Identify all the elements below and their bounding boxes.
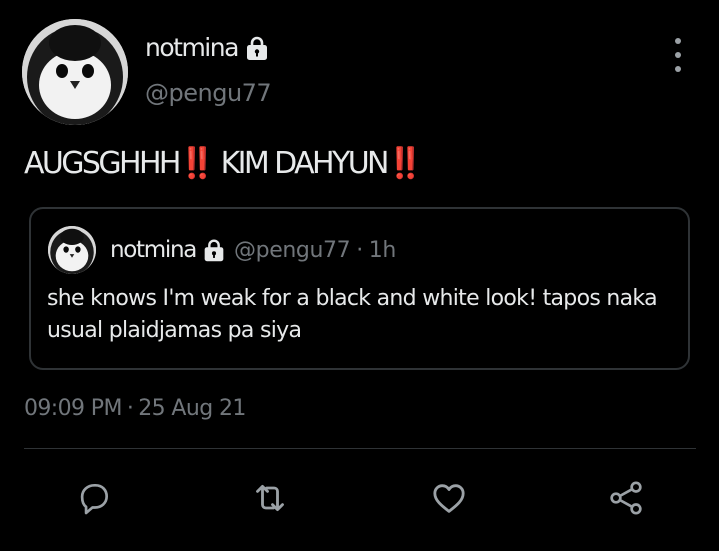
retweet-button[interactable] xyxy=(248,476,292,520)
more-dot xyxy=(675,38,681,44)
reply-button[interactable] xyxy=(72,476,116,520)
tweet-time[interactable]: 09:09 PM xyxy=(24,396,122,421)
quoted-tweet-text: she knows I'm weak for a black and white… xyxy=(47,286,658,343)
quoted-author-handle: @pengu77 xyxy=(234,237,351,263)
tweet-timestamp: 09:09 PM · 25 Aug 21 xyxy=(24,392,246,426)
quoted-author-avatar xyxy=(48,226,96,274)
timestamp-separator: · xyxy=(126,396,134,421)
more-dot xyxy=(675,66,681,72)
retweet-icon xyxy=(256,484,284,512)
like-button[interactable] xyxy=(427,476,471,520)
author-display-name[interactable]: notmina xyxy=(145,30,272,66)
more-dot xyxy=(675,52,681,58)
heart-icon xyxy=(433,484,465,513)
tweet-text: AUGSGHHH‼️ KIM DAHYUN‼️ xyxy=(24,146,424,181)
divider xyxy=(24,448,696,449)
penguin-avatar-icon xyxy=(22,19,128,125)
lock-icon xyxy=(246,36,267,60)
share-icon xyxy=(610,481,642,515)
quoted-time: 1h xyxy=(368,237,397,263)
more-vertical-icon[interactable] xyxy=(664,38,692,72)
tweet-detail: notmina @pengu77 AUGSGHHH‼️ KIM DAHYUN‼️ xyxy=(0,0,719,551)
reply-icon xyxy=(80,483,109,515)
author-name-text: notmina xyxy=(145,33,239,62)
quoted-tweet-card[interactable]: notmina @pengu77 · 1h she knows I'm weak… xyxy=(29,207,690,370)
author-handle[interactable]: @pengu77 xyxy=(145,77,272,109)
quoted-separator: · xyxy=(356,237,363,263)
share-button[interactable] xyxy=(604,476,648,520)
penguin-avatar-icon xyxy=(48,226,96,274)
quoted-author-name: notmina xyxy=(110,237,197,263)
tweet-date[interactable]: 25 Aug 21 xyxy=(138,396,246,421)
author-avatar[interactable] xyxy=(22,19,128,125)
lock-icon xyxy=(204,239,224,262)
quoted-tweet-header: notmina @pengu77 · 1h xyxy=(110,233,396,267)
